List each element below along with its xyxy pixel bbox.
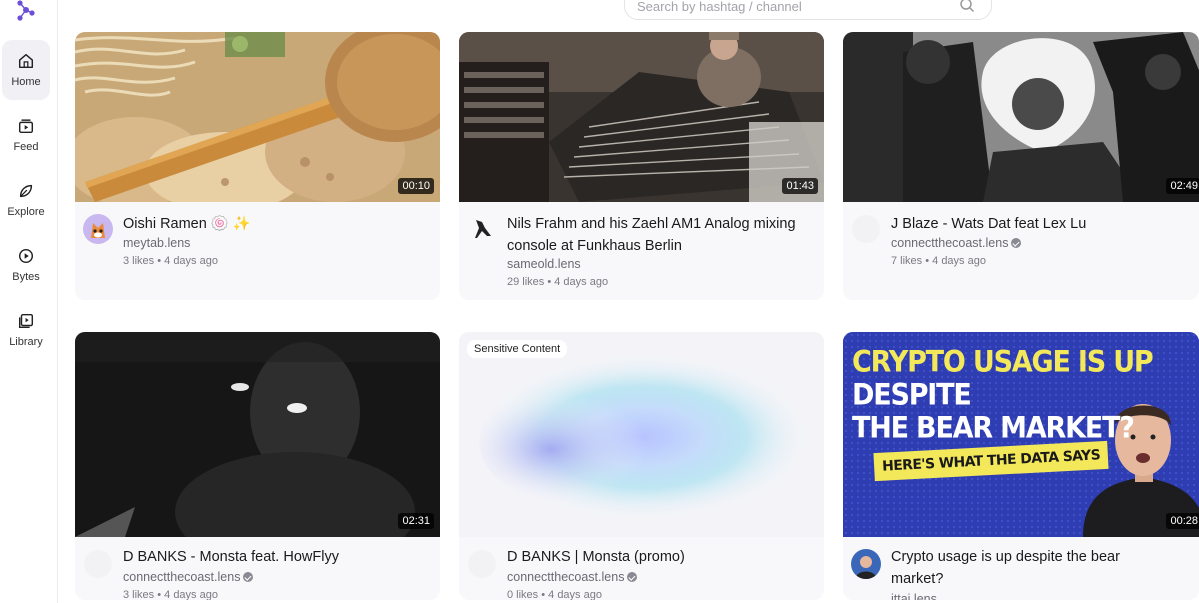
video-thumbnail[interactable]: CRYPTO USAGE IS UP DESPITE THE BEAR MARK… [843,332,1199,537]
thumbnail-image [75,332,440,537]
channel-name[interactable]: connectthecoast.lens [891,236,1022,250]
explore-icon [19,184,33,198]
app-logo[interactable] [14,0,38,22]
search-bar [624,0,992,20]
channel-name[interactable]: connectthecoast.lens [123,570,254,584]
video-card[interactable]: Sensitive Content D BANKS | Monsta (prom… [459,332,824,600]
avatar[interactable] [467,549,497,579]
sidebar-item-home[interactable]: Home [2,40,50,100]
verified-icon [243,572,254,582]
video-thumbnail[interactable]: 01:43 [459,32,824,202]
duration-badge: 02:31 [398,513,434,529]
video-card[interactable]: 02:31 D BANKS - Monsta feat. HowFlyy con… [75,332,440,600]
video-title[interactable]: Crypto usage is up despite the bear mark… [891,546,1161,590]
video-title[interactable]: D BANKS | Monsta (promo) [507,546,807,568]
search-input[interactable] [637,0,957,14]
video-meta: 3 likes • 4 days ago [123,589,218,600]
feed-icon [18,119,34,134]
sidebar-item-bytes[interactable]: Bytes [2,235,50,295]
video-meta: 3 likes • 4 days ago [123,255,218,267]
video-title[interactable]: Nils Frahm and his Zaehl AM1 Analog mixi… [507,213,807,257]
sidebar-item-feed[interactable]: Feed [2,105,50,165]
sidebar-item-label: Explore [7,206,45,218]
video-thumbnail[interactable]: 00:10 [75,32,440,202]
search-icon[interactable] [959,0,975,13]
channel-name[interactable]: meytab.lens [123,236,190,250]
duration-badge: 00:28 [1166,513,1199,529]
thumbnail-image [75,32,440,202]
verified-icon [627,572,638,582]
thumbnail-image [459,332,824,537]
sidebar-item-explore[interactable]: Explore [2,170,50,230]
video-meta: 0 likes • 4 days ago [507,589,602,600]
home-icon [18,53,34,69]
sidebar-item-label: Home [11,76,41,88]
video-card[interactable]: CRYPTO USAGE IS UP DESPITE THE BEAR MARK… [843,332,1199,600]
duration-badge: 01:43 [782,178,818,194]
sidebar-item-label: Library [9,336,43,348]
channel-name[interactable]: sameold.lens [507,257,581,271]
avatar[interactable] [851,214,881,244]
sidebar: Home Feed Explore Bytes Library [0,0,58,603]
thumbnail-headline: CRYPTO USAGE IS UP DESPITE THE BEAR MARK… [852,344,1154,445]
verified-icon [1011,238,1022,248]
bytes-icon [18,248,34,264]
duration-badge: 00:10 [398,178,434,194]
duration-badge: 02:49 [1166,178,1199,194]
avatar[interactable] [83,214,113,244]
sidebar-item-label: Feed [13,141,39,153]
video-card[interactable]: 01:43 Nils Frahm and his Zaehl AM1 Analo… [459,32,824,300]
avatar[interactable] [851,549,881,579]
video-meta: 29 likes • 4 days ago [507,276,609,288]
video-title[interactable]: J Blaze - Wats Dat feat Lex Lu [891,213,1191,235]
avatar[interactable] [83,549,113,579]
video-card[interactable]: 00:10 Oishi Ramen 🍥 ✨ meytab.lens 3 like… [75,32,440,300]
library-icon [18,313,34,329]
avatar[interactable] [467,214,497,244]
video-thumbnail[interactable]: Sensitive Content [459,332,824,537]
video-title[interactable]: D BANKS - Monsta feat. HowFlyy [123,546,423,568]
sidebar-item-label: Bytes [12,271,40,283]
video-meta: 7 likes • 4 days ago [891,255,986,267]
thumbnail-image [843,32,1199,202]
video-title[interactable]: Oishi Ramen 🍥 ✨ [123,213,423,235]
sensitive-content-badge: Sensitive Content [467,340,568,358]
video-thumbnail[interactable]: 02:31 [75,332,440,537]
video-thumbnail[interactable]: 02:49 [843,32,1199,202]
sidebar-item-library[interactable]: Library [2,300,50,360]
video-card[interactable]: 02:49 J Blaze - Wats Dat feat Lex Lu con… [843,32,1199,300]
channel-name[interactable]: ittai.lens [891,592,937,600]
thumbnail-image [459,32,824,202]
channel-name[interactable]: connectthecoast.lens [507,570,638,584]
